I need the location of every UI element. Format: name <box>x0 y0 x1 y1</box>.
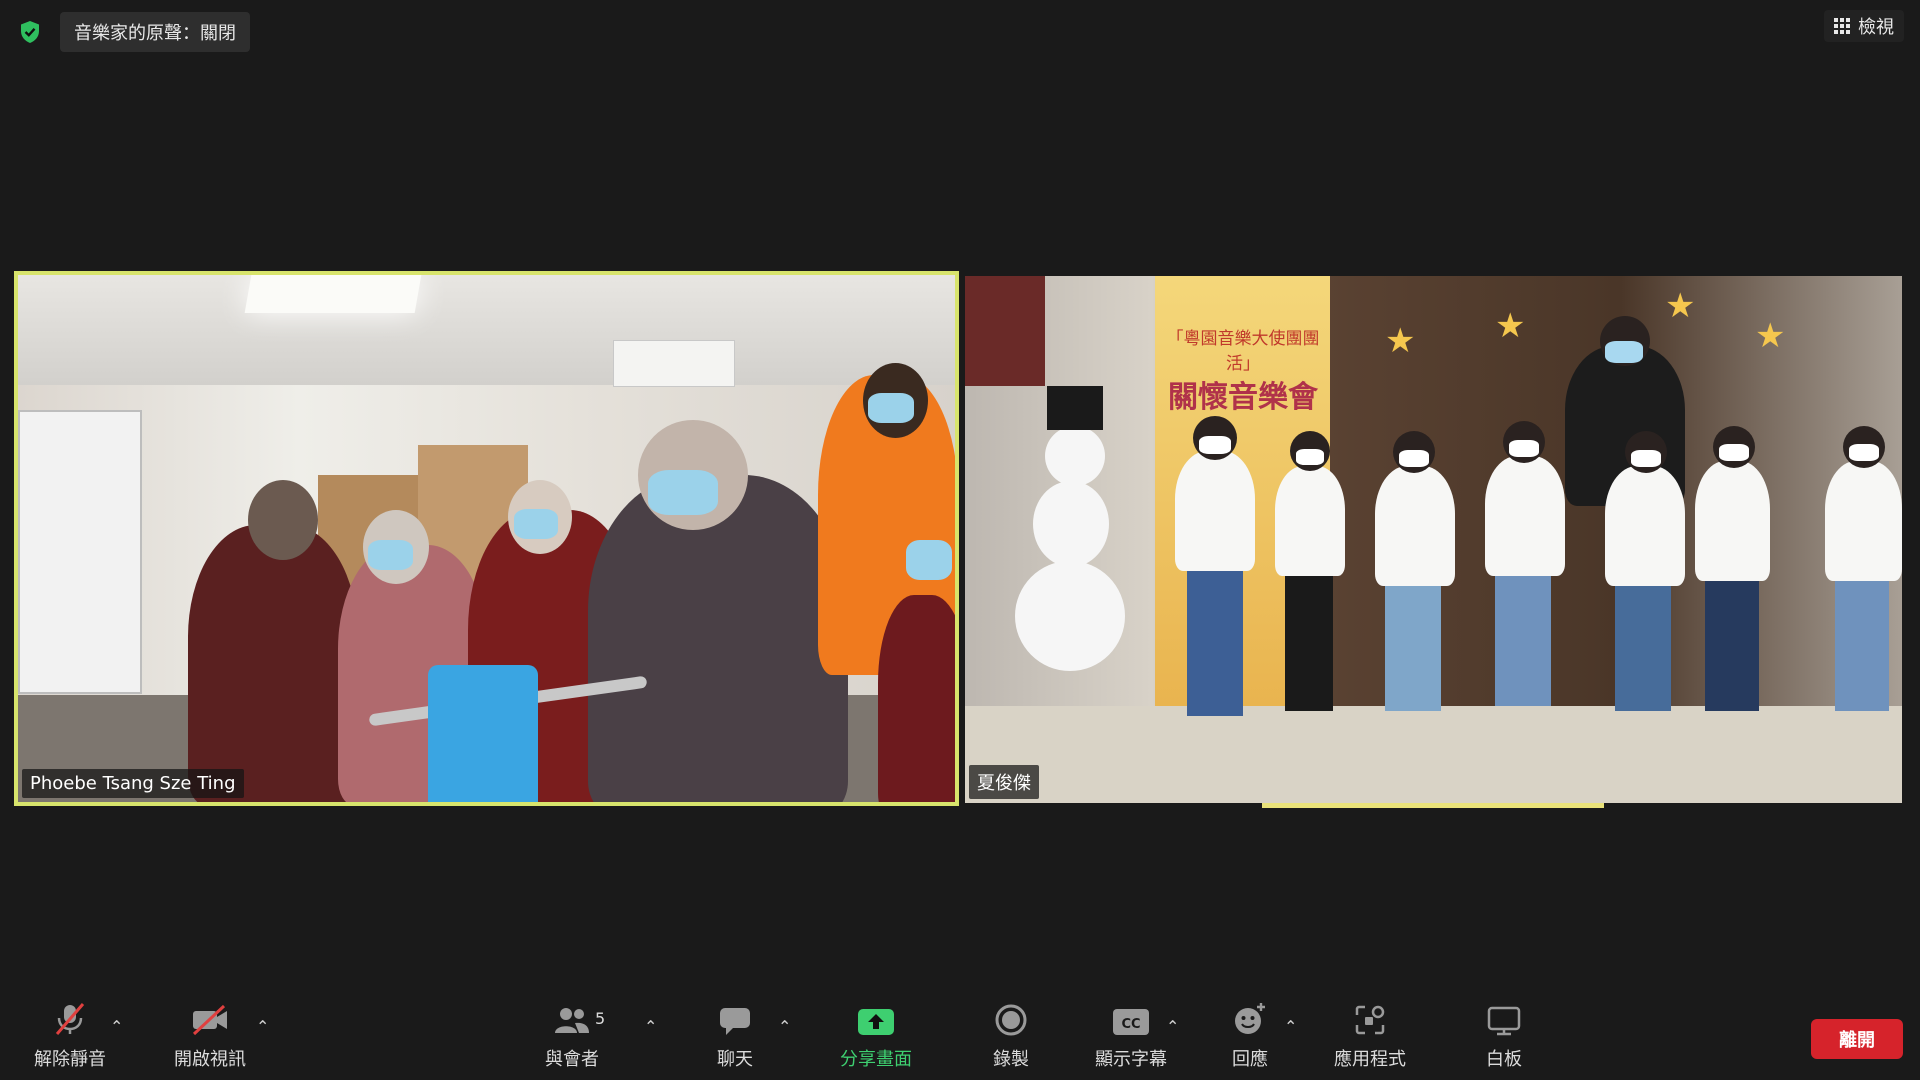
video-feed: 「粵園音樂大使團團活」 關懷音樂會 ★ ★ ★ ★ ★ <box>965 276 1902 803</box>
whiteboard-icon <box>1487 995 1521 1037</box>
participants-icon <box>553 995 591 1037</box>
participants-button[interactable]: 與會者 <box>536 995 608 1080</box>
participant-count: 5 <box>595 1009 606 1028</box>
participant-name-tag: 夏俊傑 <box>969 765 1039 799</box>
share-screen-button[interactable]: 分享畫面 <box>832 995 920 1080</box>
grid-icon <box>1834 18 1850 34</box>
reactions-button[interactable]: 回應 <box>1222 995 1278 1080</box>
record-button[interactable]: 錄製 <box>978 995 1044 1080</box>
start-video-label: 開啟視訊 <box>174 1049 246 1070</box>
whiteboard-label: 白板 <box>1486 1049 1522 1070</box>
muted-microphone-icon <box>52 995 88 1037</box>
participants-options-chevron-up-icon[interactable]: ⌃ <box>644 1017 657 1036</box>
video-options-chevron-up-icon[interactable]: ⌃ <box>256 1017 269 1036</box>
video-tile-active-speaker[interactable]: Phoebe Tsang Sze Ting <box>14 271 959 806</box>
apps-label: 應用程式 <box>1334 1049 1406 1070</box>
svg-text:CC: CC <box>1121 1017 1140 1032</box>
add-reaction-icon <box>1232 995 1268 1037</box>
unmute-label: 解除靜音 <box>34 1049 106 1070</box>
show-captions-label: 顯示字幕 <box>1095 1049 1167 1070</box>
audio-options-chevron-up-icon[interactable]: ⌃ <box>110 1017 123 1036</box>
view-button[interactable]: 檢視 <box>1824 10 1904 42</box>
banner-title: 關懷音樂會 <box>1168 380 1318 415</box>
chat-label: 聊天 <box>717 1049 753 1070</box>
meeting-toolbar: 解除靜音 ⌃ 開啟視訊 ⌃ 與會者 5 ⌃ 聊天 ⌃ 分享畫面 錄製 CC 顯示… <box>0 995 1920 1080</box>
share-screen-icon <box>857 995 895 1037</box>
audio-level-bar <box>1262 803 1604 808</box>
view-label: 檢視 <box>1858 17 1894 38</box>
reactions-label: 回應 <box>1232 1049 1268 1070</box>
security-shield-icon[interactable] <box>14 16 46 48</box>
participant-name-tag: Phoebe Tsang Sze Ting <box>22 769 244 798</box>
start-video-button[interactable]: 開啟視訊 <box>168 995 252 1080</box>
chat-icon <box>718 995 752 1037</box>
captions-options-chevron-up-icon[interactable]: ⌃ <box>1166 1017 1179 1036</box>
video-off-icon <box>190 995 230 1037</box>
record-label: 錄製 <box>993 1049 1029 1070</box>
banner-subtitle: 「粵園音樂大使團團活」 <box>1166 329 1320 374</box>
show-captions-button[interactable]: CC 顯示字幕 <box>1090 995 1172 1080</box>
video-tile[interactable]: 「粵園音樂大使團團活」 關懷音樂會 ★ ★ ★ ★ ★ <box>965 276 1902 803</box>
video-feed <box>18 275 955 802</box>
record-icon <box>994 995 1028 1037</box>
reactions-options-chevron-up-icon[interactable]: ⌃ <box>1284 1017 1297 1036</box>
closed-captions-icon: CC <box>1112 995 1150 1037</box>
share-screen-label: 分享畫面 <box>840 1049 912 1070</box>
whiteboard-button[interactable]: 白板 <box>1474 995 1534 1080</box>
participants-label: 與會者 <box>545 1049 599 1070</box>
apps-button[interactable]: 應用程式 <box>1330 995 1410 1080</box>
apps-icon <box>1353 995 1387 1037</box>
unmute-button[interactable]: 解除靜音 <box>28 995 112 1080</box>
leave-meeting-button[interactable]: 離開 <box>1811 1019 1903 1059</box>
chat-button[interactable]: 聊天 <box>700 995 770 1080</box>
original-sound-status[interactable]: 音樂家的原聲：關閉 <box>60 12 250 52</box>
chat-options-chevron-up-icon[interactable]: ⌃ <box>778 1017 791 1036</box>
